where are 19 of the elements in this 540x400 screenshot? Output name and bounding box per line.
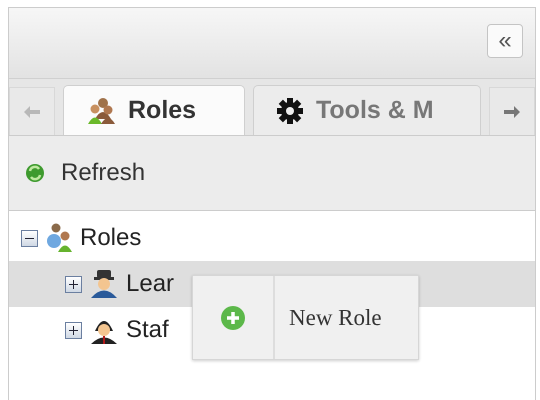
refresh-icon bbox=[25, 163, 45, 183]
collapse-icon[interactable] bbox=[21, 230, 38, 246]
tab[interactable]: Tools & M bbox=[253, 85, 481, 135]
expand-icon[interactable] bbox=[65, 276, 82, 292]
right-arrow-icon bbox=[504, 106, 520, 118]
left-arrow-icon bbox=[24, 106, 40, 118]
add-icon bbox=[220, 304, 246, 330]
gear-icon bbox=[276, 96, 304, 124]
person-with-hat-icon bbox=[89, 269, 119, 299]
menu-item[interactable]: New Role bbox=[193, 276, 418, 359]
refresh-button[interactable]: Refresh bbox=[25, 159, 146, 187]
expand-icon[interactable] bbox=[65, 322, 82, 338]
collapse-button[interactable]: « bbox=[487, 24, 523, 58]
tree-item[interactable]: Staf bbox=[65, 307, 169, 353]
people-icon bbox=[45, 223, 73, 253]
scroll-right-button[interactable] bbox=[489, 87, 535, 135]
tree-item[interactable]: Roles bbox=[21, 215, 142, 261]
tab[interactable]: Roles bbox=[63, 85, 245, 135]
people-icon bbox=[86, 96, 116, 124]
